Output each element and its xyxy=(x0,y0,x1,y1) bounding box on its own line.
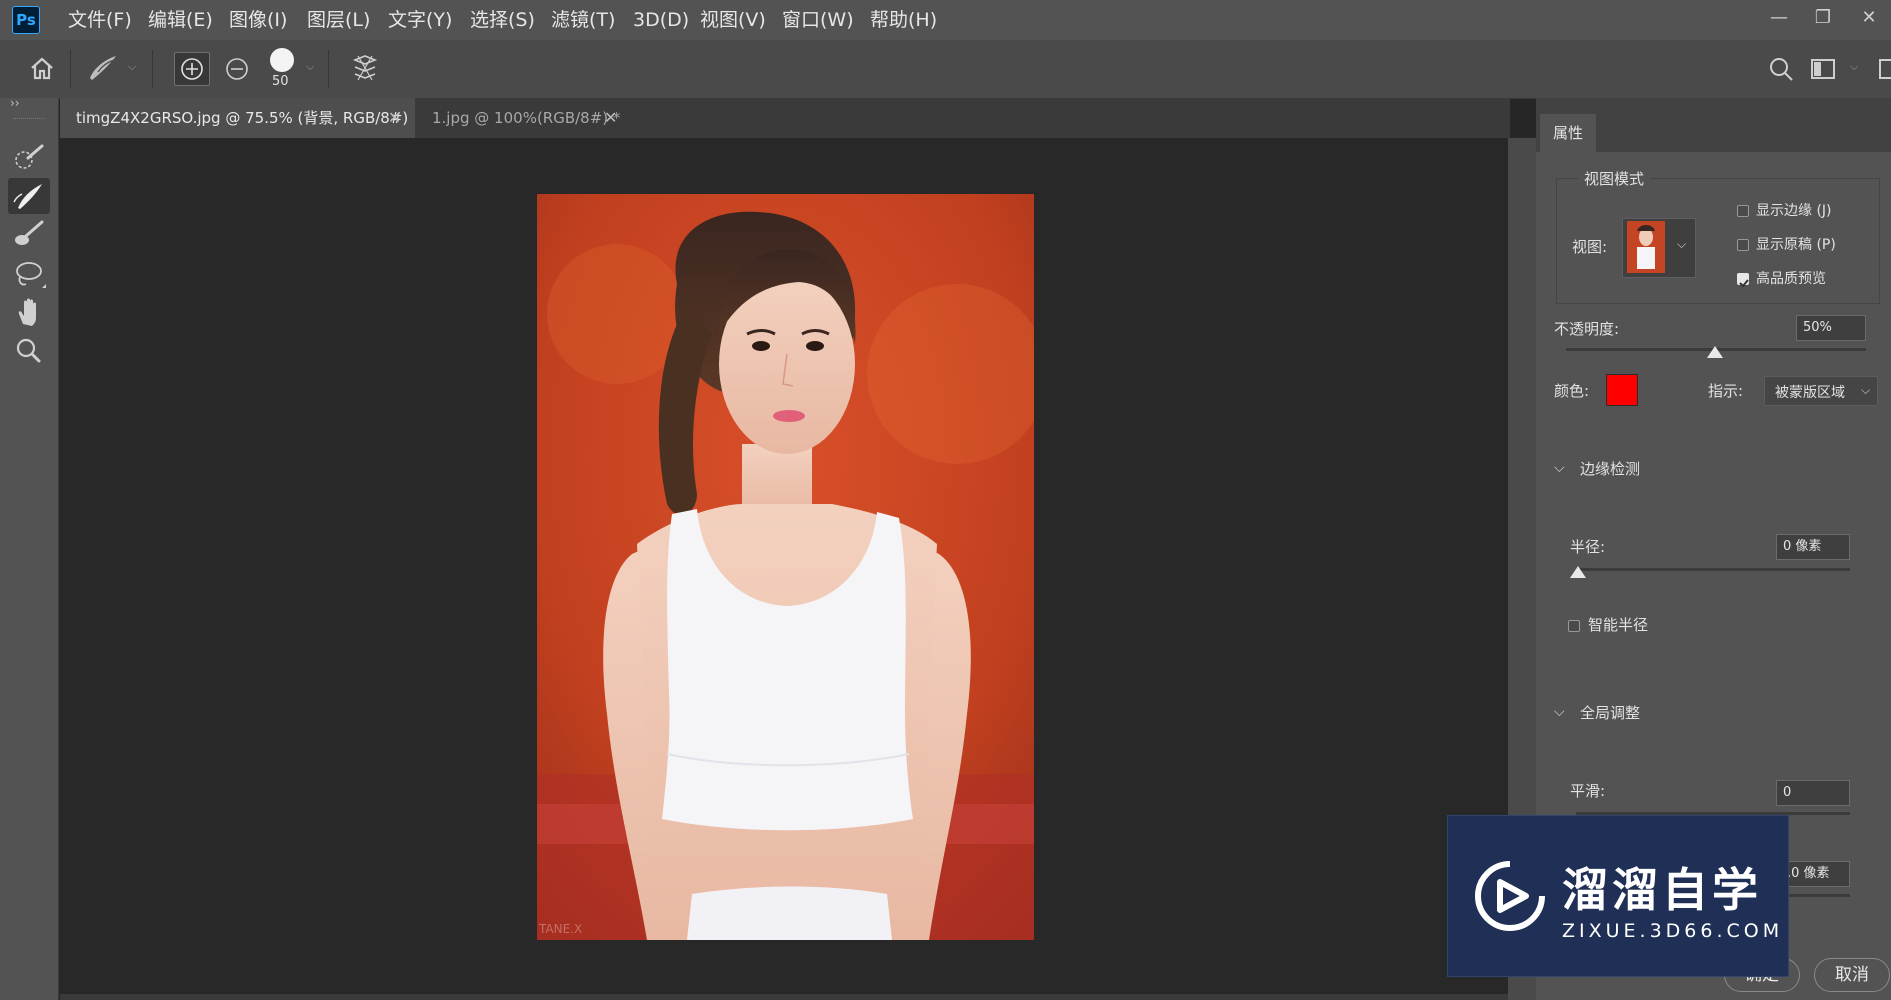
canvas-image: TANE.X xyxy=(537,194,1034,940)
opacity-label: 不透明度: xyxy=(1554,320,1620,338)
close-tab-icon[interactable]: ✕ xyxy=(604,98,617,138)
site-watermark: 溜溜自学 ZIXUE.3D66.COM xyxy=(1447,815,1789,977)
indicate-dropdown[interactable]: 被蒙版区域 ⌵ xyxy=(1764,376,1878,406)
menu-layer[interactable]: 图层(L) xyxy=(307,0,370,40)
radius-slider-track[interactable] xyxy=(1576,568,1850,571)
checkmark-icon xyxy=(1739,279,1749,288)
menu-type[interactable]: 文字(Y) xyxy=(388,0,452,40)
play-logo-icon xyxy=(1475,861,1545,931)
global-adjust-title[interactable]: 全局调整 xyxy=(1580,702,1640,723)
search-icon[interactable] xyxy=(1768,56,1794,82)
refine-brush-preset-icon[interactable] xyxy=(84,52,122,84)
overlay-color-swatch[interactable] xyxy=(1606,374,1638,406)
horizontal-scrollbar[interactable] xyxy=(60,994,1508,1000)
zoom-icon xyxy=(16,338,41,363)
view-thumbnail xyxy=(1627,221,1665,273)
refine-edge-brush-icon xyxy=(13,184,42,209)
quick-selection-tool[interactable] xyxy=(8,138,50,174)
menu-window[interactable]: 窗口(W) xyxy=(782,0,854,40)
opacity-input[interactable]: 50% xyxy=(1796,315,1866,341)
opacity-slider-thumb[interactable] xyxy=(1707,346,1723,358)
chevron-down-icon: ⌵ xyxy=(1861,383,1871,397)
feather-input[interactable]: .0 像素 xyxy=(1780,861,1850,887)
workspace-icon[interactable] xyxy=(1810,58,1836,80)
hand-tool[interactable] xyxy=(8,294,50,330)
show-original-label: 显示原稿 (P) xyxy=(1756,237,1836,253)
menu-edit[interactable]: 编辑(E) xyxy=(148,0,213,40)
view-mode-title: 视图模式 xyxy=(1578,168,1651,189)
menu-filter[interactable]: 滤镜(T) xyxy=(551,0,615,40)
circle-minus-icon[interactable] xyxy=(220,53,254,85)
brush-size-value: 50 xyxy=(272,74,289,89)
chevron-down-icon[interactable]: ⌵ xyxy=(1850,60,1858,74)
show-original-checkbox[interactable] xyxy=(1737,239,1749,251)
smart-radius-checkbox[interactable] xyxy=(1568,620,1580,632)
show-edge-checkbox[interactable] xyxy=(1737,205,1749,217)
chevron-down-icon: ⌵ xyxy=(1677,237,1687,251)
tab-label: 1.jpg @ 100%(RGB/8#) * xyxy=(432,109,621,127)
brush-size-preview[interactable] xyxy=(270,48,294,72)
color-label: 颜色: xyxy=(1554,382,1590,400)
quick-selection-icon xyxy=(15,144,44,169)
tab-document-2[interactable]: 1.jpg @ 100%(RGB/8#) * ✕ xyxy=(416,98,621,138)
collapse-chevron-icon[interactable]: ⌵ xyxy=(1554,460,1565,476)
show-edge-label: 显示边缘 (J) xyxy=(1756,203,1832,219)
indicate-label: 指示: xyxy=(1708,382,1744,400)
share-icon[interactable] xyxy=(1878,58,1891,80)
photo-watermark-text: TANE.X xyxy=(539,922,583,936)
edge-detection-title[interactable]: 边缘检测 xyxy=(1580,458,1640,479)
menu-select[interactable]: 选择(S) xyxy=(470,0,535,40)
lasso-icon xyxy=(16,262,46,288)
zoom-tool[interactable] xyxy=(8,332,50,368)
close-tab-icon[interactable]: ✕ xyxy=(388,98,401,138)
lasso-tool[interactable] xyxy=(8,256,50,292)
radius-slider-thumb[interactable] xyxy=(1570,566,1586,578)
refine-edge-brush-tool[interactable] xyxy=(8,178,50,214)
chevron-down-icon[interactable]: ⌵ xyxy=(128,60,136,74)
home-icon[interactable] xyxy=(28,55,56,81)
smart-radius-label: 智能半径 xyxy=(1588,616,1649,634)
brush-icon xyxy=(15,220,44,245)
smooth-label: 平滑: xyxy=(1570,782,1606,800)
menu-view[interactable]: 视图(V) xyxy=(700,0,766,40)
cancel-button[interactable]: 取消 xyxy=(1814,958,1890,992)
collapse-chevron-icon[interactable]: ⌵ xyxy=(1554,704,1565,720)
menu-file[interactable]: 文件(F) xyxy=(68,0,132,40)
portrait-photo xyxy=(537,194,1034,940)
view-label: 视图: xyxy=(1572,238,1608,256)
view-mode-dropdown[interactable]: ⌵ xyxy=(1622,218,1696,278)
indicate-value: 被蒙版区域 xyxy=(1775,385,1845,401)
watermark-brand: 溜溜自学 xyxy=(1562,863,1762,917)
expand-toolbar-icon[interactable]: ›› xyxy=(10,96,20,110)
hand-icon xyxy=(18,298,36,326)
high-quality-preview-label: 高品质预览 xyxy=(1756,271,1826,287)
menu-3d[interactable]: 3D(D) xyxy=(633,0,689,40)
watermark-site: ZIXUE.3D66.COM xyxy=(1562,920,1784,942)
radius-input[interactable]: 0 像素 xyxy=(1776,534,1850,560)
radius-label: 半径: xyxy=(1570,538,1606,556)
smooth-input[interactable]: 0 xyxy=(1776,780,1850,806)
photoshop-logo: Ps xyxy=(12,6,40,34)
minimize-icon[interactable]: — xyxy=(1762,4,1796,32)
high-quality-preview-checkbox[interactable] xyxy=(1737,273,1749,288)
tab-properties[interactable]: 属性 xyxy=(1540,114,1596,152)
tab-document-1[interactable]: timgZ4X2GRSO.jpg @ 75.5% (背景, RGB/8#) ✕ xyxy=(60,98,415,138)
sample-all-layers-icon[interactable] xyxy=(350,52,380,84)
menu-image[interactable]: 图像(I) xyxy=(229,0,287,40)
close-window-icon[interactable]: ✕ xyxy=(1852,4,1886,32)
chevron-down-icon[interactable]: ⌵ xyxy=(306,60,314,74)
menu-help[interactable]: 帮助(H) xyxy=(870,0,937,40)
brush-tool[interactable] xyxy=(8,216,50,252)
circle-plus-icon xyxy=(181,58,203,80)
add-to-selection-button[interactable] xyxy=(174,52,210,86)
restore-icon[interactable]: ❐ xyxy=(1806,4,1840,32)
tab-label: timgZ4X2GRSO.jpg @ 75.5% (背景, RGB/8#) xyxy=(76,109,409,127)
